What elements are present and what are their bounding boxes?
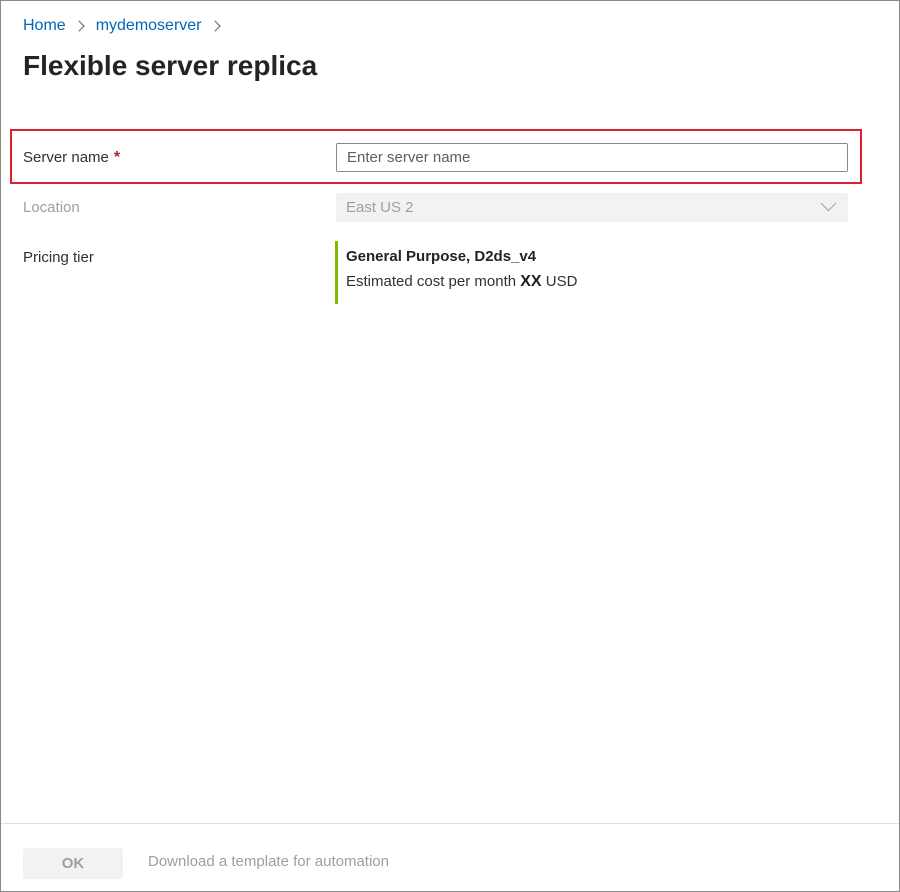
pricing-tier-label: Pricing tier [23, 249, 94, 266]
ok-button[interactable]: OK [23, 848, 123, 879]
pricing-tier-summary: General Purpose, D2ds_v4 Estimated cost … [335, 241, 577, 304]
pricing-tier-name: General Purpose, D2ds_v4 [346, 248, 537, 265]
breadcrumb: Home mydemoserver [23, 15, 232, 37]
server-name-input[interactable] [336, 143, 848, 172]
download-template-link[interactable]: Download a template for automation [148, 852, 389, 872]
blade-frame: Home mydemoserver Flexible server replic… [0, 0, 900, 892]
cost-prefix: Estimated cost per month [346, 273, 517, 290]
pricing-cost-estimate: Estimated cost per month XX USD [346, 272, 577, 292]
server-name-label-text: Server name [23, 149, 109, 166]
page-title: Flexible server replica [23, 50, 318, 81]
footer-divider [1, 823, 899, 824]
cost-value: XX [520, 273, 542, 290]
server-name-label: Server name * [23, 148, 120, 168]
breadcrumb-home-link[interactable]: Home [23, 15, 66, 37]
breadcrumb-server-link[interactable]: mydemoserver [96, 15, 202, 37]
chevron-right-icon [208, 20, 221, 32]
chevron-right-icon [73, 20, 85, 32]
location-label: Location [23, 199, 80, 216]
location-selected-value: East US 2 [346, 199, 414, 216]
location-dropdown[interactable]: East US 2 [336, 193, 848, 222]
cost-currency: USD [545, 273, 578, 290]
chevron-down-icon [820, 195, 837, 212]
required-marker: * [113, 149, 121, 166]
